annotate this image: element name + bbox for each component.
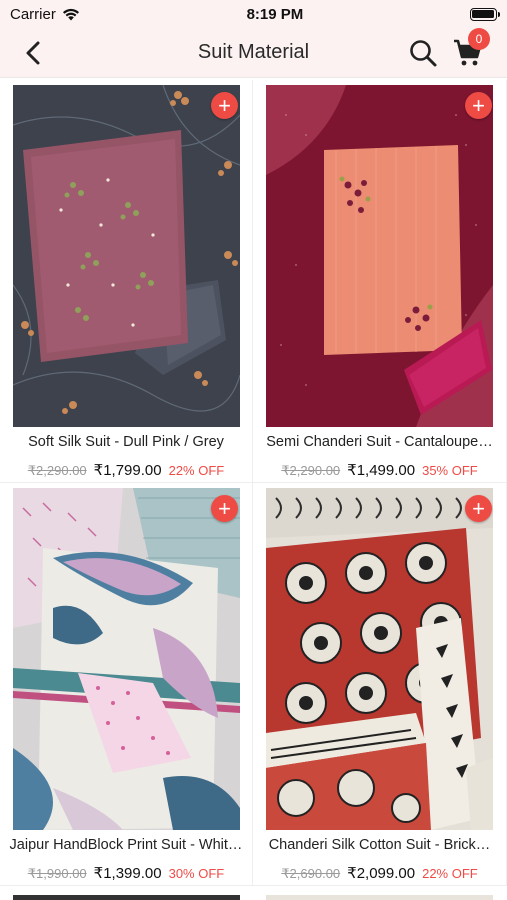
product-name[interactable]: Semi Chanderi Suit - Cantaloupe… xyxy=(253,434,506,450)
add-to-cart-button[interactable]: + xyxy=(465,495,492,522)
original-price: ₹2,290.00 xyxy=(281,463,341,478)
discount-label: 30% OFF xyxy=(168,866,225,881)
product-name[interactable]: Jaipur HandBlock Print Suit - Whit… xyxy=(0,837,252,853)
price-row: ₹2,690.00 ₹2,099.00 22% OFF xyxy=(253,864,506,882)
product-image[interactable] xyxy=(266,85,493,427)
add-to-cart-button[interactable]: + xyxy=(465,92,492,119)
sale-price: ₹1,399.00 xyxy=(93,865,162,882)
sale-price: ₹1,799.00 xyxy=(93,462,162,479)
next-product-image-peek xyxy=(13,895,240,900)
price-row: ₹2,290.00 ₹1,799.00 22% OFF xyxy=(0,461,252,479)
discount-label: 22% OFF xyxy=(422,866,478,881)
status-bar: Carrier 8:19 PM xyxy=(0,0,507,28)
product-grid: + Soft Silk Suit - Dull Pink / Grey ₹2,2… xyxy=(0,80,507,886)
page-title: Suit Material xyxy=(197,41,310,63)
navigation-bar: Suit Material xyxy=(0,28,507,78)
sale-price: ₹2,099.00 xyxy=(347,865,416,882)
cart-count-badge: 0 xyxy=(468,28,490,50)
product-image[interactable] xyxy=(13,488,240,830)
original-price: ₹1,990.00 xyxy=(27,866,87,881)
original-price: ₹2,290.00 xyxy=(27,463,87,478)
carrier-label: Carrier xyxy=(10,5,56,23)
price-row: ₹2,290.00 ₹1,499.00 35% OFF xyxy=(253,461,506,479)
original-price: ₹2,690.00 xyxy=(281,866,341,881)
product-image[interactable] xyxy=(266,488,493,830)
back-arrow-icon[interactable] xyxy=(20,39,48,67)
discount-label: 22% OFF xyxy=(168,463,225,478)
wifi-icon xyxy=(62,8,79,20)
product-card[interactable]: + Semi Chanderi Suit - Cantaloupe… ₹2,29… xyxy=(253,80,507,483)
discount-label: 35% OFF xyxy=(422,463,478,478)
product-card[interactable]: + Chanderi Silk Cotton Suit - Brick… ₹2,… xyxy=(253,483,507,886)
product-name[interactable]: Chanderi Silk Cotton Suit - Brick… xyxy=(253,837,506,853)
battery-icon xyxy=(469,7,500,21)
product-name[interactable]: Soft Silk Suit - Dull Pink / Grey xyxy=(0,434,252,450)
next-product-image-peek xyxy=(266,895,493,900)
add-to-cart-button[interactable]: + xyxy=(211,495,238,522)
price-row: ₹1,990.00 ₹1,399.00 30% OFF xyxy=(0,864,252,882)
product-card[interactable]: + Jaipur HandBlock Print Suit - Whit… ₹1… xyxy=(0,483,253,886)
clock: 8:19 PM xyxy=(246,5,304,23)
sale-price: ₹1,499.00 xyxy=(347,462,416,479)
search-icon[interactable] xyxy=(408,38,438,68)
product-card[interactable]: + Soft Silk Suit - Dull Pink / Grey ₹2,2… xyxy=(0,80,253,483)
product-image[interactable] xyxy=(13,85,240,427)
add-to-cart-button[interactable]: + xyxy=(211,92,238,119)
